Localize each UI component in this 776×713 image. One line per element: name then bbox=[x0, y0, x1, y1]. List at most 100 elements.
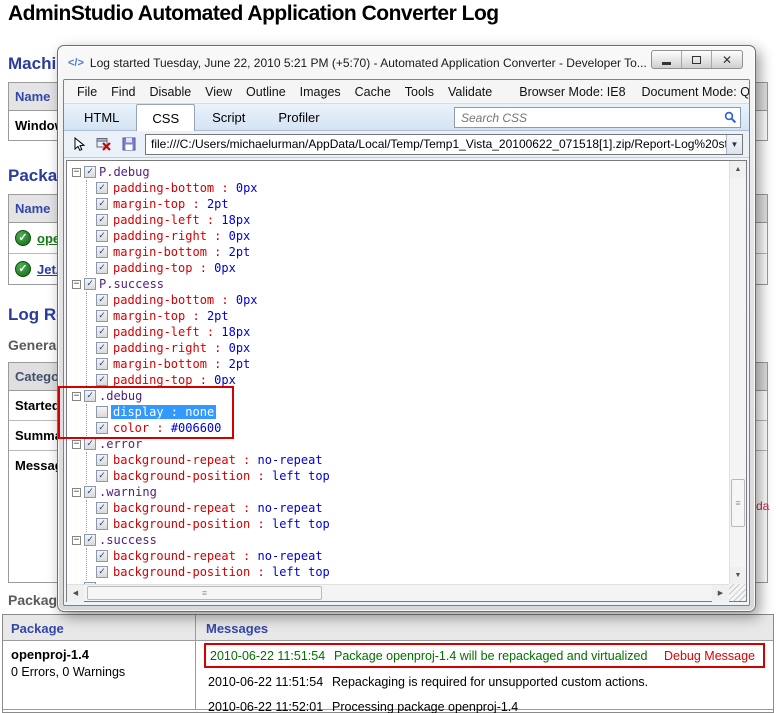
collapse-icon[interactable]: − bbox=[72, 536, 81, 545]
checkbox[interactable]: ✓ bbox=[96, 230, 108, 242]
maximize-button[interactable] bbox=[682, 51, 712, 68]
checkbox[interactable]: ✓ bbox=[96, 518, 108, 530]
checkbox[interactable]: ✓ bbox=[96, 470, 108, 482]
css-property-row[interactable]: ✓background-position : left top bbox=[96, 468, 729, 484]
scroll-down-icon[interactable]: ▼ bbox=[730, 567, 746, 584]
chevron-down-icon[interactable]: ▼ bbox=[726, 135, 742, 154]
checkbox[interactable]: ✓ bbox=[96, 294, 108, 306]
vertical-scrollbar[interactable]: ▲ ≡ ▼ bbox=[729, 161, 746, 584]
checkbox[interactable]: ✓ bbox=[96, 182, 108, 194]
css-property-row[interactable]: ✓padding-right : 0px bbox=[96, 340, 729, 356]
css-property-row[interactable]: ✓padding-bottom : 0px bbox=[96, 180, 729, 196]
tab-profiler[interactable]: Profiler bbox=[262, 104, 335, 130]
collapse-icon[interactable]: − bbox=[72, 440, 81, 449]
menu-item-disable[interactable]: Disable bbox=[142, 82, 198, 102]
css-property-row[interactable]: ✓margin-bottom : 2pt bbox=[96, 356, 729, 372]
css-selector-row[interactable]: −✓.debug bbox=[72, 388, 729, 404]
checkbox[interactable]: ✓ bbox=[96, 198, 108, 210]
save-icon[interactable] bbox=[120, 135, 138, 153]
css-property-row[interactable]: ✓background-repeat : no-repeat bbox=[96, 452, 729, 468]
scroll-right-icon[interactable]: ▶ bbox=[712, 585, 729, 602]
css-property-row[interactable]: ✓padding-top : 0px bbox=[96, 260, 729, 276]
checkbox[interactable]: ✓ bbox=[96, 550, 108, 562]
menu-item-outline[interactable]: Outline bbox=[239, 82, 293, 102]
select-element-pointer-icon[interactable] bbox=[70, 135, 88, 153]
checkbox[interactable]: ✓ bbox=[96, 374, 108, 386]
css-property-row[interactable]: ✓background-repeat : no-repeat bbox=[96, 548, 729, 564]
menu-item-file[interactable]: File bbox=[70, 82, 104, 102]
css-property-row[interactable]: ✓padding-left : 18px bbox=[96, 324, 729, 340]
disable-styles-icon[interactable] bbox=[95, 135, 113, 153]
css-property-row[interactable]: ✓margin-top : 2pt bbox=[96, 308, 729, 324]
css-selector[interactable]: .warning bbox=[99, 485, 157, 499]
css-selector-row[interactable]: −✓P.success bbox=[72, 276, 729, 292]
tab-html[interactable]: HTML bbox=[68, 104, 135, 130]
css-selector-row[interactable]: −✓.success bbox=[72, 532, 729, 548]
css-property-row[interactable]: ✓padding-left : 18px bbox=[96, 212, 729, 228]
css-property-row[interactable]: ✓padding-bottom : 0px bbox=[96, 292, 729, 308]
css-selector-row[interactable]: −✓.error bbox=[72, 436, 729, 452]
checkbox[interactable]: ✓ bbox=[84, 534, 96, 546]
css-property-row[interactable]: ✓padding-right : 0px bbox=[96, 228, 729, 244]
css-selector-row[interactable]: −✓.warning bbox=[72, 484, 729, 500]
minimize-button[interactable] bbox=[652, 51, 682, 68]
checkbox[interactable]: ✓ bbox=[84, 166, 96, 178]
checkbox[interactable]: ✓ bbox=[96, 566, 108, 578]
menu-item-cache[interactable]: Cache bbox=[348, 82, 398, 102]
checkbox[interactable]: ✓ bbox=[84, 438, 96, 450]
css-property-row[interactable]: ✓color : #006600 bbox=[96, 420, 729, 436]
scroll-left-icon[interactable]: ◀ bbox=[67, 585, 84, 602]
document-mode-label[interactable]: Document Mode: Quirks bbox=[634, 82, 750, 102]
css-selector[interactable]: P.success bbox=[99, 277, 164, 291]
checkbox[interactable]: ✓ bbox=[96, 454, 108, 466]
css-selector[interactable]: .success bbox=[99, 533, 157, 547]
menu-item-tools[interactable]: Tools bbox=[398, 82, 441, 102]
horizontal-scroll-thumb[interactable]: ≡ bbox=[87, 586, 322, 600]
checkbox[interactable]: ✓ bbox=[96, 422, 108, 434]
checkbox[interactable]: ✓ bbox=[96, 310, 108, 322]
checkbox[interactable]: ✓ bbox=[96, 342, 108, 354]
css-property-row[interactable]: ✓padding-top : 0px bbox=[96, 372, 729, 388]
css-property-row[interactable]: ✓background-repeat : no-repeat bbox=[96, 500, 729, 516]
scroll-up-icon[interactable]: ▲ bbox=[730, 161, 746, 178]
checkbox[interactable]: ✓ bbox=[84, 278, 96, 290]
collapse-icon[interactable]: − bbox=[72, 280, 81, 289]
menu-item-validate[interactable]: Validate bbox=[441, 82, 499, 102]
css-property-row[interactable]: ✓margin-top : 2pt bbox=[96, 196, 729, 212]
vertical-scroll-thumb[interactable]: ≡ bbox=[731, 479, 745, 527]
css-colon: : bbox=[236, 501, 258, 515]
checkbox[interactable]: ✓ bbox=[96, 502, 108, 514]
menu-item-images[interactable]: Images bbox=[293, 82, 348, 102]
css-property-row[interactable]: display : none bbox=[96, 404, 729, 420]
checkbox[interactable]: ✓ bbox=[96, 246, 108, 258]
tab-script[interactable]: Script bbox=[196, 104, 261, 130]
checkbox[interactable]: ✓ bbox=[96, 358, 108, 370]
tab-css[interactable]: CSS bbox=[136, 104, 195, 131]
css-selector[interactable]: .debug bbox=[99, 389, 142, 403]
checkbox[interactable]: ✓ bbox=[96, 262, 108, 274]
css-property-row[interactable]: ✓margin-bottom : 2pt bbox=[96, 244, 729, 260]
message-timestamp: 2010-06-22 11:51:54 bbox=[208, 675, 332, 689]
checkbox[interactable]: ✓ bbox=[84, 486, 96, 498]
resize-grip[interactable] bbox=[729, 584, 746, 601]
file-url-dropdown[interactable]: file:///C:/Users/michaelurman/AppData/Lo… bbox=[145, 134, 743, 155]
search-input[interactable] bbox=[455, 111, 720, 125]
browser-mode-label[interactable]: Browser Mode: IE8 bbox=[511, 82, 633, 102]
css-property-row[interactable]: ✓background-position : left top bbox=[96, 564, 729, 580]
collapse-icon[interactable]: − bbox=[72, 392, 81, 401]
horizontal-scrollbar[interactable]: ◀ ≡ ▶ bbox=[67, 584, 729, 601]
collapse-icon[interactable]: − bbox=[72, 168, 81, 177]
checkbox[interactable]: ✓ bbox=[96, 214, 108, 226]
menu-item-find[interactable]: Find bbox=[104, 82, 142, 102]
checkbox[interactable]: ✓ bbox=[96, 326, 108, 338]
search-icon[interactable] bbox=[720, 108, 740, 127]
menu-item-view[interactable]: View bbox=[198, 82, 239, 102]
css-selector[interactable]: P.debug bbox=[99, 165, 150, 179]
css-selector[interactable]: .error bbox=[99, 437, 142, 451]
css-property-row[interactable]: ✓background-position : left top bbox=[96, 516, 729, 532]
checkbox[interactable]: ✓ bbox=[84, 390, 96, 402]
collapse-icon[interactable]: − bbox=[72, 488, 81, 497]
css-selector-row[interactable]: −✓P.debug bbox=[72, 164, 729, 180]
close-button[interactable]: ✕ bbox=[712, 51, 742, 68]
checkbox[interactable] bbox=[96, 406, 108, 418]
